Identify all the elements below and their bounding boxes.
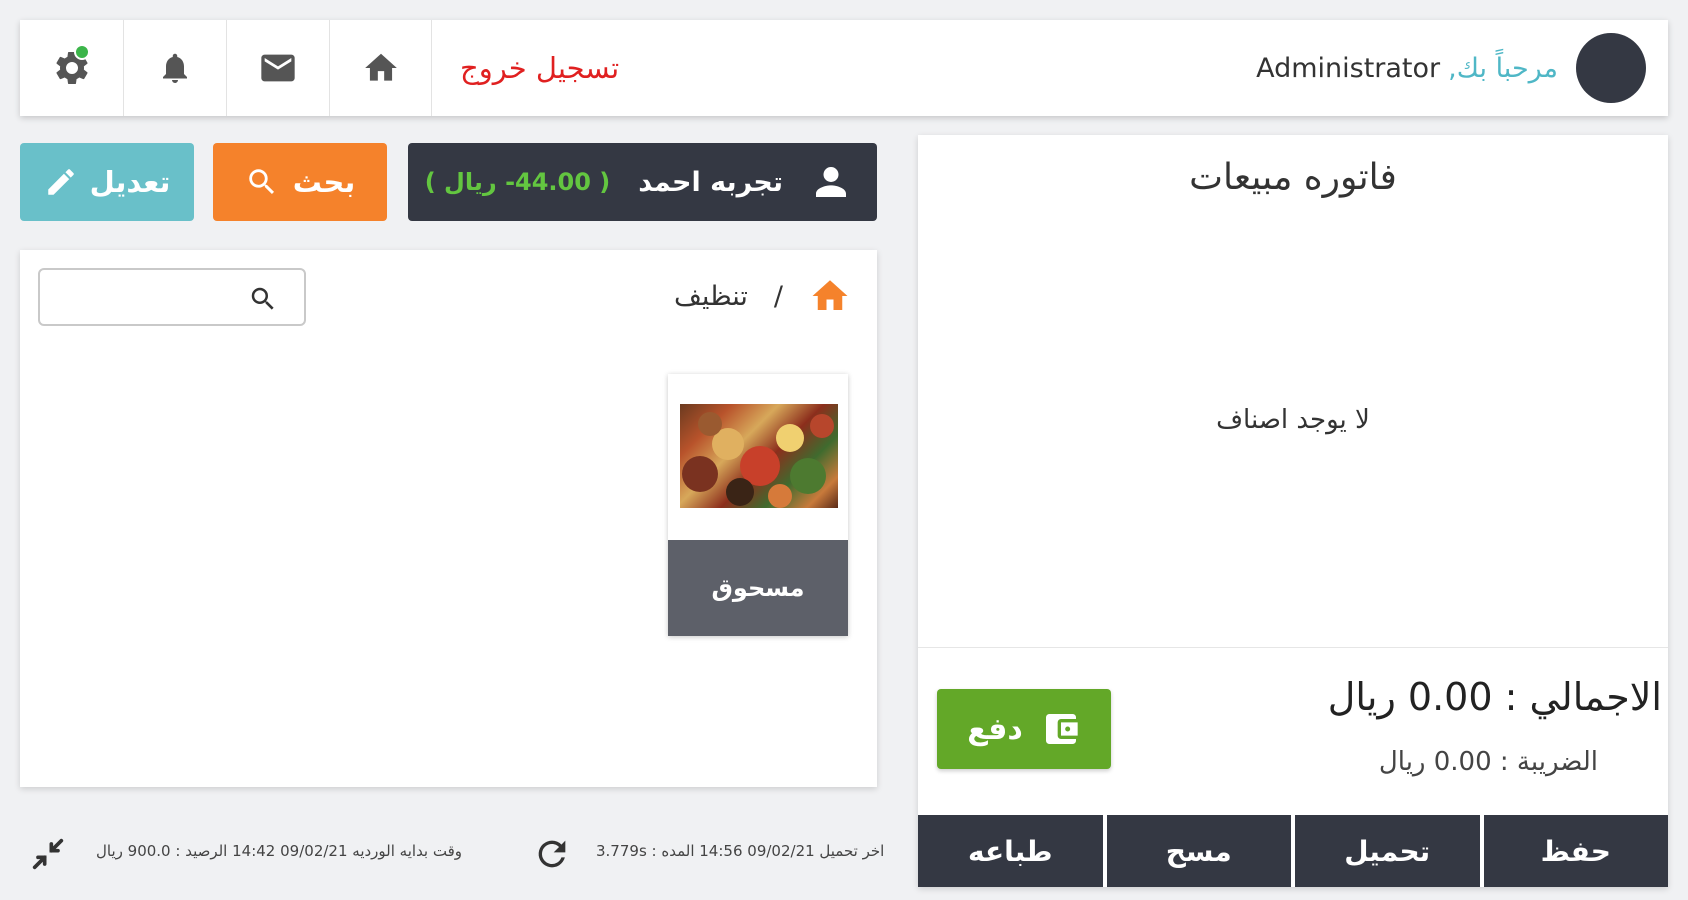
avatar[interactable] — [1576, 33, 1646, 103]
customer-name: تجربه احمد — [638, 166, 783, 198]
home-icon[interactable] — [809, 275, 851, 317]
breadcrumb: تنظيف / — [674, 276, 851, 316]
settings-button[interactable] — [20, 20, 123, 116]
product-name: مسحوق — [668, 540, 848, 636]
product-card[interactable]: مسحوق — [668, 374, 848, 636]
invoice-panel: فاتوره مبيعات لا يوجد اصناف دفع الاجمالي… — [918, 135, 1668, 887]
shift-status: وقت بدايه الورديه 09/02/21 14:42 الرصيد … — [96, 842, 463, 860]
product-search-box — [38, 268, 306, 326]
search-icon — [251, 287, 274, 310]
top-navbar: تسجيل خروج مرحباً بك, Administrator — [20, 20, 1668, 116]
edit-button[interactable]: تعديل — [20, 143, 194, 221]
customer-button[interactable]: ( 44.00- ريال ) تجربه احمد — [408, 143, 877, 221]
refresh-icon — [538, 840, 566, 868]
refresh-button[interactable] — [532, 834, 572, 874]
messages-button[interactable] — [226, 20, 329, 116]
search-icon — [249, 169, 274, 195]
breadcrumb-separator: / — [773, 280, 783, 312]
invoice-total: الاجمالي : 0.00 ريال — [1327, 675, 1662, 719]
welcome-message: مرحباً بك, Administrator — [1256, 20, 1558, 116]
welcome-greeting: مرحباً بك, — [1448, 52, 1558, 84]
invoice-tax: الضريبة : 0.00 ريال — [1378, 747, 1598, 777]
search-button[interactable]: بحث — [213, 143, 387, 221]
empty-items-message: لا يوجد اصناف — [1216, 405, 1370, 435]
search-button-label: بحث — [292, 165, 356, 199]
product-search-input[interactable] — [50, 280, 250, 314]
logout-link[interactable]: تسجيل خروج — [460, 20, 619, 116]
products-panel: تنظيف / مسحوق — [20, 250, 877, 787]
product-image — [680, 404, 838, 508]
invoice-divider — [918, 647, 1668, 648]
print-button[interactable]: طباعه — [918, 815, 1103, 887]
home-button[interactable] — [329, 20, 432, 116]
save-button[interactable]: حفظ — [1483, 815, 1668, 887]
wallet-icon — [1045, 714, 1078, 744]
breadcrumb-current[interactable]: تنظيف — [674, 281, 748, 312]
user-icon — [816, 167, 846, 197]
compress-icon — [32, 838, 64, 870]
notifications-button[interactable] — [123, 20, 226, 116]
home-icon — [364, 53, 397, 81]
customer-balance: ( 44.00- ريال ) — [424, 168, 611, 196]
invoice-actions: طباعه مسح تحميل حفظ — [918, 815, 1668, 887]
notification-dot — [74, 44, 90, 60]
clear-button[interactable]: مسح — [1106, 815, 1291, 887]
edit-button-label: تعديل — [89, 165, 171, 199]
load-button[interactable]: تحميل — [1295, 815, 1480, 887]
pencil-icon — [47, 169, 74, 195]
fullscreen-toggle[interactable] — [28, 834, 68, 874]
pay-button[interactable]: دفع — [937, 689, 1111, 769]
username: Administrator — [1256, 52, 1441, 84]
bell-icon — [163, 53, 187, 83]
invoice-title: فاتوره مبيعات — [1189, 157, 1397, 198]
load-status: اخر تحميل 09/02/21 14:56 المده : 3.779s — [596, 842, 885, 860]
pay-button-label: دفع — [967, 711, 1023, 747]
mail-icon — [261, 54, 295, 82]
